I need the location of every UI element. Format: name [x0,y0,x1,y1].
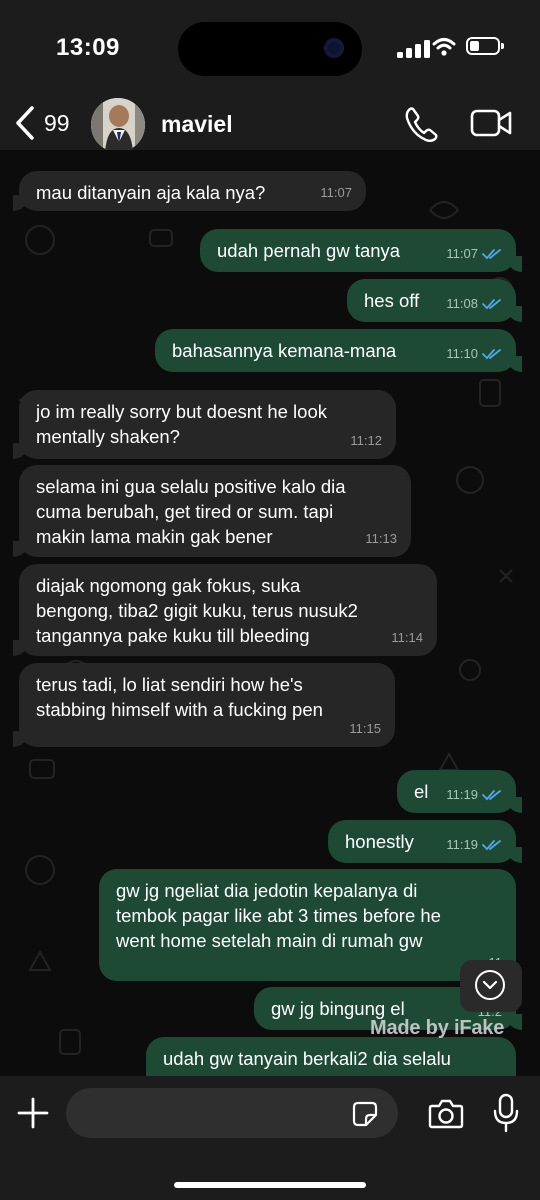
message-outgoing[interactable]: hes off 11:08 [347,279,522,322]
unread-count[interactable]: 99 [44,110,70,137]
read-receipt-icon [482,248,501,259]
read-receipt-icon [482,839,501,850]
status-bar: 13:09 [0,0,540,100]
message-incoming[interactable]: jo im really sorry but doesnt he look me… [13,390,396,459]
wifi-icon [432,38,456,56]
dynamic-island [178,22,362,76]
message-time: 11:08 [446,296,478,311]
message-time: 11:13 [365,531,397,546]
message-time: 11:15 [349,721,381,736]
video-call-icon[interactable] [470,108,512,138]
message-text: jo im really sorry but doesnt he look me… [36,401,327,447]
contact-name[interactable]: maviel [161,111,233,138]
message-text: mau ditanyain aja kala nya? [36,182,266,203]
message-incoming[interactable]: terus tadi, lo liat sendiri how he's sta… [13,663,395,747]
front-camera-icon [324,38,344,58]
message-list[interactable]: mau ditanyain aja kala nya? 11:07 udah p… [0,150,540,1076]
message-incoming[interactable]: mau ditanyain aja kala nya? 11:07 [13,171,366,211]
read-receipt-icon [482,789,501,800]
cellular-signal-icon [397,38,431,58]
message-outgoing[interactable]: el 11:19 [397,770,522,813]
message-time: 11:19 [446,787,478,802]
back-chevron-icon[interactable] [12,104,38,142]
phone-icon[interactable] [404,106,438,142]
message-text: gw jg ngeliat dia jedotin kepalanya di t… [116,880,441,951]
message-outgoing[interactable]: udah pernah gw tanya 11:07 [200,229,522,272]
sticker-icon[interactable] [352,1101,378,1127]
message-time: 11:12 [350,433,382,448]
camera-icon[interactable] [428,1098,464,1130]
microphone-icon[interactable] [493,1093,519,1133]
message-time: 11:10 [446,346,478,361]
scroll-to-bottom-button[interactable] [460,960,522,1012]
message-outgoing[interactable]: bahasannya kemana-mana 11:10 [155,329,522,372]
read-receipt-icon [482,298,501,309]
message-outgoing[interactable]: honestly 11:19 [328,820,522,863]
message-time: 11:19 [446,837,478,852]
status-time: 13:09 [56,34,120,61]
message-incoming[interactable]: selama ini gua selalu positive kalo dia … [13,465,411,557]
read-receipt-icon [482,348,501,359]
message-input[interactable] [66,1088,398,1138]
message-outgoing[interactable]: gw jg ngeliat dia jedotin kepalanya di t… [99,869,516,981]
home-indicator [174,1182,366,1188]
watermark: Made by iFake [370,1017,505,1039]
message-text: terus tadi, lo liat sendiri how he's sta… [36,674,323,720]
message-text: selama ini gua selalu positive kalo dia … [36,476,346,547]
message-outgoing[interactable]: udah gw tanyain berkali2 dia selalu [146,1037,516,1076]
message-time: 11:14 [391,630,423,645]
chat-header: 99 maviel [0,98,540,152]
plus-icon[interactable] [17,1097,49,1129]
message-text: udah gw tanyain berkali2 dia selalu [163,1048,451,1069]
chevron-down-icon [475,970,505,1000]
compose-bar [0,1076,540,1200]
avatar[interactable] [91,98,145,152]
message-incoming[interactable]: diajak ngomong gak fokus, suka bengong, … [13,564,437,656]
message-time: 11:07 [446,246,478,261]
message-time: 11:07 [320,185,352,200]
message-text: diajak ngomong gak fokus, suka bengong, … [36,575,358,646]
battery-icon [466,37,504,55]
